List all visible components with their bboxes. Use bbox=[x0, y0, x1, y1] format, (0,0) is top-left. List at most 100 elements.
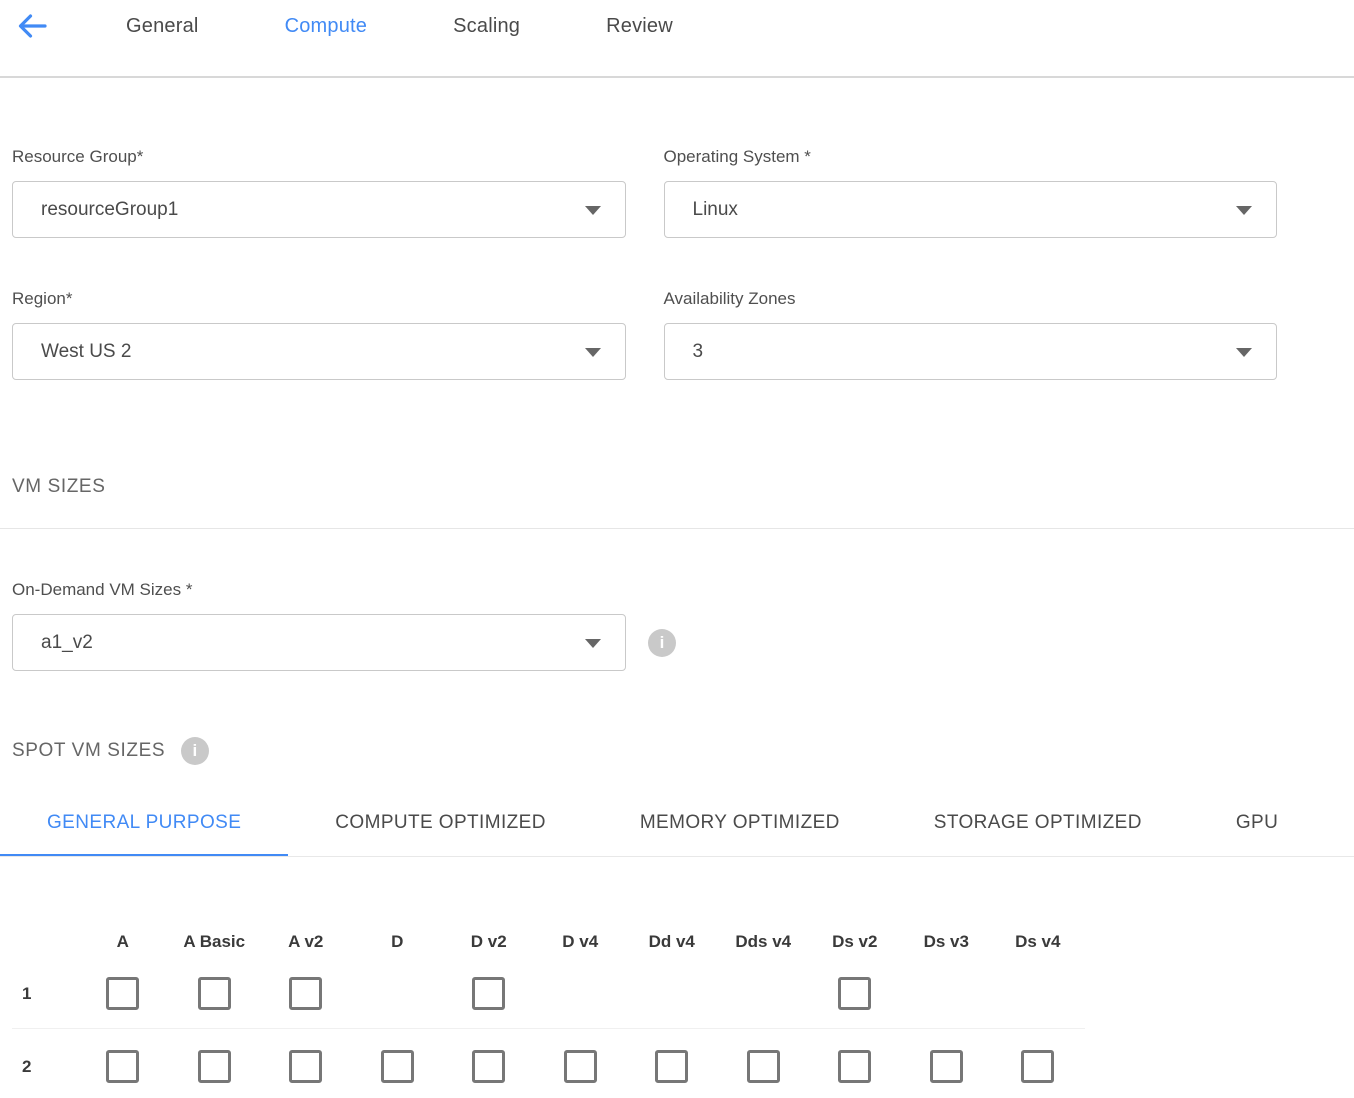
vm-sizes-heading-text: VM SIZES bbox=[12, 476, 105, 498]
chevron-down-icon bbox=[1236, 348, 1252, 357]
spot-vm-sizes-info-icon[interactable]: i bbox=[181, 737, 209, 765]
vm-col-header-ds-v3: Ds v3 bbox=[901, 932, 993, 952]
vm-cell-a-basic-row2 bbox=[169, 1050, 261, 1083]
availability-zones-label: Availability Zones bbox=[664, 289, 1278, 309]
wizard-step-compute[interactable]: Compute bbox=[285, 15, 368, 38]
wizard-header: General Compute Scaling Review bbox=[0, 0, 1354, 78]
vm-col-header-ds-v2: Ds v2 bbox=[809, 932, 901, 952]
spot-tab-memory-optimized[interactable]: MEMORY OPTIMIZED bbox=[593, 812, 887, 856]
back-button[interactable] bbox=[10, 6, 54, 46]
vm-size-checkbox-d-row2[interactable] bbox=[381, 1050, 414, 1083]
spot-tab-general-purpose[interactable]: GENERAL PURPOSE bbox=[0, 812, 288, 856]
resource-group-select-value: resourceGroup1 bbox=[41, 199, 178, 221]
vm-size-checkbox-ds-v2-row2[interactable] bbox=[838, 1050, 871, 1083]
vm-cell-d-v2-row2 bbox=[443, 1050, 535, 1083]
vm-size-checkbox-ds-v4-row2[interactable] bbox=[1021, 1050, 1054, 1083]
availability-zones-select-value: 3 bbox=[693, 341, 704, 363]
vm-table-row-1: 1 bbox=[12, 977, 1354, 1010]
vm-cell-a-basic-row1 bbox=[169, 977, 261, 1010]
wizard-step-general[interactable]: General bbox=[126, 15, 199, 38]
on-demand-label: On-Demand VM Sizes * bbox=[12, 580, 1354, 600]
vm-size-checkbox-ds-v3-row2[interactable] bbox=[930, 1050, 963, 1083]
vm-cell-dd-v4-row1 bbox=[626, 977, 718, 1010]
vm-size-checkbox-a-basic-row2[interactable] bbox=[198, 1050, 231, 1083]
vm-cell-ds-v4-row1 bbox=[992, 977, 1084, 1010]
spot-vm-sizes-heading-text: SPOT VM SIZES bbox=[12, 740, 165, 762]
resource-group-label: Resource Group* bbox=[12, 147, 626, 167]
vm-cell-ds-v3-row2 bbox=[901, 1050, 993, 1083]
on-demand-vm-sizes-select[interactable]: a1_v2 bbox=[12, 614, 626, 671]
vm-cell-dds-v4-row2 bbox=[718, 1050, 810, 1083]
form-fields: Resource Group* resourceGroup1 Operating S… bbox=[12, 147, 1277, 380]
chevron-down-icon bbox=[585, 348, 601, 357]
vm-size-checkbox-dds-v4-row2[interactable] bbox=[747, 1050, 780, 1083]
field-region: Region* West US 2 bbox=[12, 289, 626, 380]
operating-system-label: Operating System * bbox=[664, 147, 1278, 167]
vm-table-header-row: AA BasicA v2DD v2D v4Dd v4Dds v4Ds v2Ds … bbox=[12, 932, 1354, 952]
vm-cell-ds-v2-row2 bbox=[809, 1050, 901, 1083]
vm-cell-a-v2-row1 bbox=[260, 977, 352, 1010]
chevron-down-icon bbox=[585, 639, 601, 648]
vm-size-checkbox-a-v2-row1[interactable] bbox=[289, 977, 322, 1010]
vm-size-checkbox-dd-v4-row2[interactable] bbox=[655, 1050, 688, 1083]
vm-cell-a-row2 bbox=[77, 1050, 169, 1083]
vm-cell-ds-v3-row1 bbox=[901, 977, 993, 1010]
spot-tab-storage-optimized[interactable]: STORAGE OPTIMIZED bbox=[887, 812, 1189, 856]
compute-step-content: Resource Group* resourceGroup1 Operating S… bbox=[0, 147, 1354, 1083]
section-divider bbox=[0, 528, 1354, 529]
field-operating-system: Operating System * Linux bbox=[664, 147, 1278, 238]
vm-size-checkbox-ds-v2-row1[interactable] bbox=[838, 977, 871, 1010]
vm-cell-d-v2-row1 bbox=[443, 977, 535, 1010]
region-label: Region* bbox=[12, 289, 626, 309]
vm-row-label: 2 bbox=[12, 1057, 77, 1077]
vm-col-header-ds-v4: Ds v4 bbox=[992, 932, 1084, 952]
vm-row-divider bbox=[12, 1028, 1085, 1029]
vm-size-checkbox-d-v2-row1[interactable] bbox=[472, 977, 505, 1010]
region-select[interactable]: West US 2 bbox=[12, 323, 626, 380]
wizard-steps: General Compute Scaling Review bbox=[126, 15, 673, 38]
spot-tab-compute-optimized[interactable]: COMPUTE OPTIMIZED bbox=[288, 812, 593, 856]
vm-cell-d-v4-row1 bbox=[535, 977, 627, 1010]
operating-system-select[interactable]: Linux bbox=[664, 181, 1278, 238]
wizard-step-scaling[interactable]: Scaling bbox=[453, 15, 520, 38]
vm-cell-a-row1 bbox=[77, 977, 169, 1010]
field-resource-group: Resource Group* resourceGroup1 bbox=[12, 147, 626, 238]
vm-col-header-dds-v4: Dds v4 bbox=[718, 932, 810, 952]
spot-vm-category-tabs: GENERAL PURPOSECOMPUTE OPTIMIZEDMEMORY O… bbox=[0, 812, 1354, 857]
on-demand-info-icon[interactable]: i bbox=[648, 629, 676, 657]
vm-cell-ds-v2-row1 bbox=[809, 977, 901, 1010]
vm-size-checkbox-d-v2-row2[interactable] bbox=[472, 1050, 505, 1083]
vm-size-checkbox-a-row2[interactable] bbox=[106, 1050, 139, 1083]
vm-size-checkbox-a-row1[interactable] bbox=[106, 977, 139, 1010]
spot-vm-size-table: AA BasicA v2DD v2D v4Dd v4Dds v4Ds v2Ds … bbox=[12, 932, 1354, 1083]
vm-cell-dd-v4-row2 bbox=[626, 1050, 718, 1083]
arrow-left-icon bbox=[15, 10, 49, 42]
vm-table-row-2: 2 bbox=[12, 1050, 1354, 1083]
vm-row-label: 1 bbox=[12, 984, 77, 1004]
vm-cell-a-v2-row2 bbox=[260, 1050, 352, 1083]
vm-size-checkbox-a-v2-row2[interactable] bbox=[289, 1050, 322, 1083]
vm-cell-dds-v4-row1 bbox=[718, 977, 810, 1010]
chevron-down-icon bbox=[585, 206, 601, 215]
vm-cell-d-row1 bbox=[352, 977, 444, 1010]
vm-sizes-heading: VM SIZES bbox=[12, 476, 1354, 498]
vm-size-checkbox-a-basic-row1[interactable] bbox=[198, 977, 231, 1010]
vm-col-header-d-v2: D v2 bbox=[443, 932, 535, 952]
vm-size-checkbox-d-v4-row2[interactable] bbox=[564, 1050, 597, 1083]
wizard-step-review[interactable]: Review bbox=[606, 15, 673, 38]
resource-group-select[interactable]: resourceGroup1 bbox=[12, 181, 626, 238]
vm-col-header-d: D bbox=[352, 932, 444, 952]
vm-cell-ds-v4-row2 bbox=[992, 1050, 1084, 1083]
vm-col-header-dd-v4: Dd v4 bbox=[626, 932, 718, 952]
spot-tab-gpu[interactable]: GPU bbox=[1189, 812, 1325, 856]
operating-system-select-value: Linux bbox=[693, 199, 738, 221]
on-demand-select-value: a1_v2 bbox=[41, 632, 93, 654]
vm-col-header-a: A bbox=[77, 932, 169, 952]
vm-col-header-a-v2: A v2 bbox=[260, 932, 352, 952]
vm-col-header-d-v4: D v4 bbox=[535, 932, 627, 952]
region-select-value: West US 2 bbox=[41, 341, 131, 363]
spot-vm-sizes-heading: SPOT VM SIZES i bbox=[12, 737, 1354, 765]
chevron-down-icon bbox=[1236, 206, 1252, 215]
vm-cell-d-v4-row2 bbox=[535, 1050, 627, 1083]
availability-zones-select[interactable]: 3 bbox=[664, 323, 1278, 380]
